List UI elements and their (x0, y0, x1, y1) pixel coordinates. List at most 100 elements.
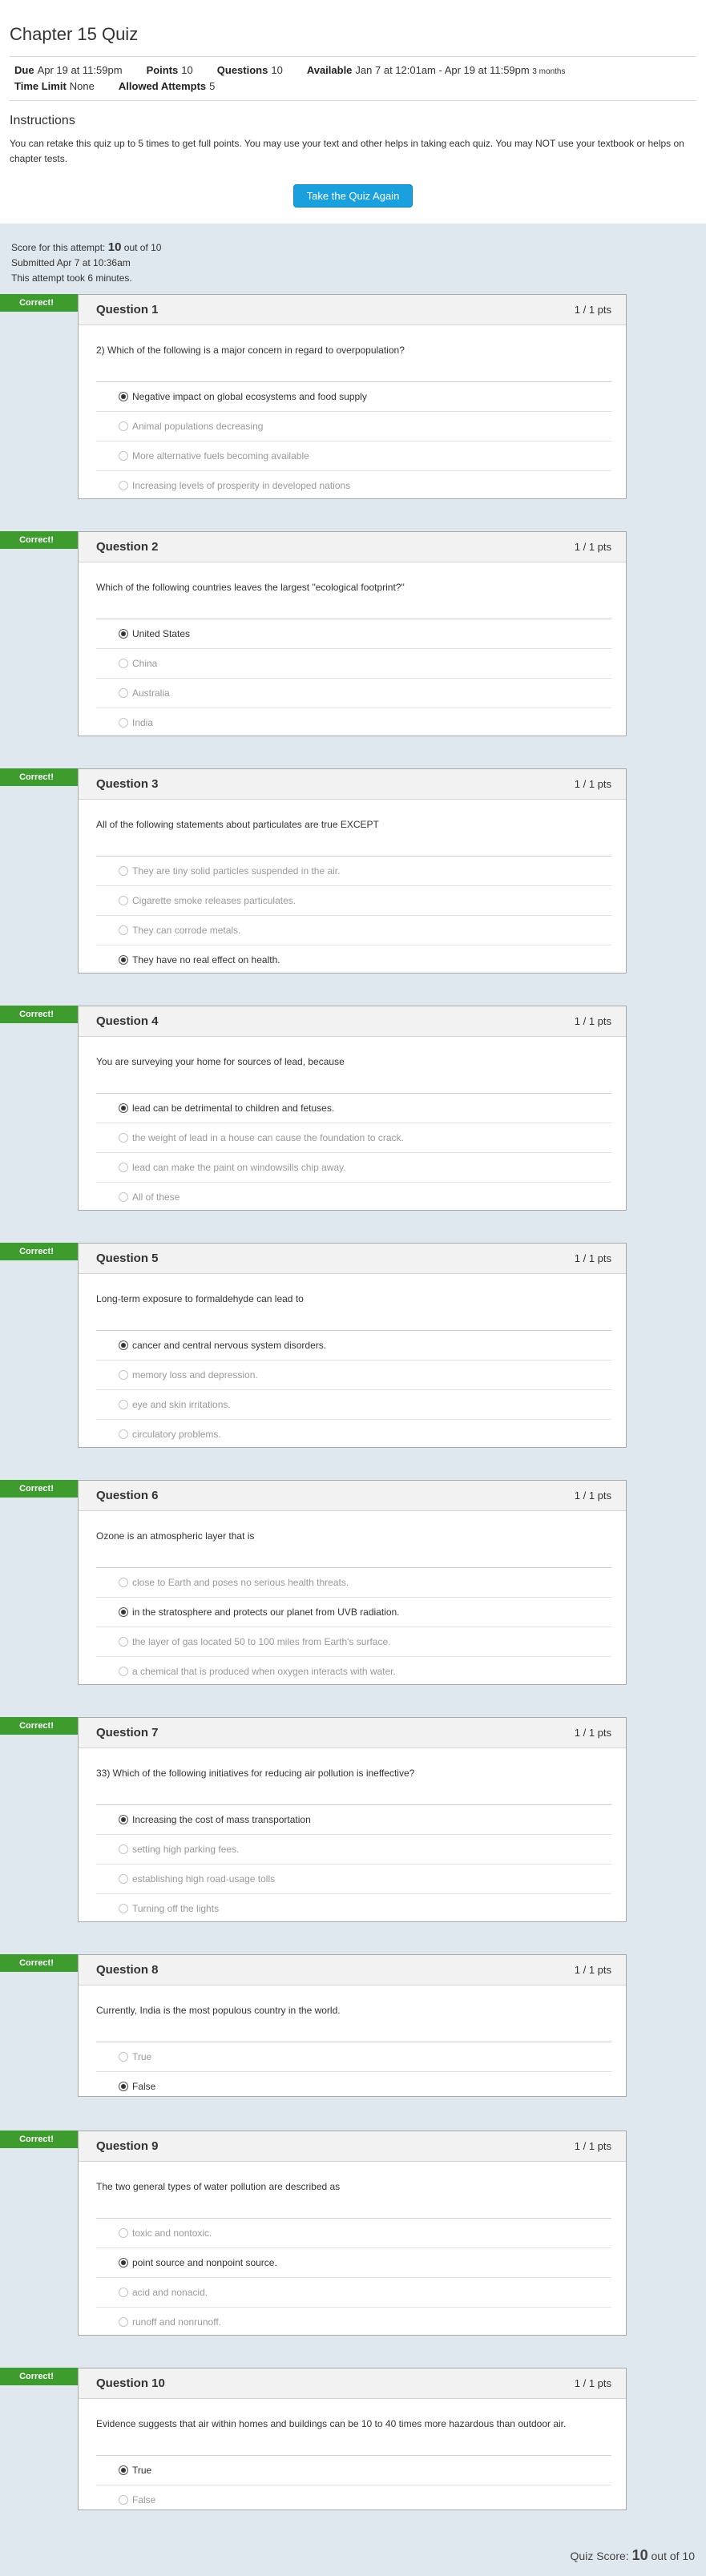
radio-unselected-icon[interactable] (119, 451, 128, 461)
answer-option[interactable]: Australia (96, 678, 611, 707)
quiz-score-footer: Quiz Score: 10 out of 10 (0, 2544, 706, 2576)
answer-option[interactable]: toxic and nontoxic. (96, 2218, 611, 2247)
radio-selected-icon[interactable] (119, 1340, 128, 1350)
radio-selected-icon[interactable] (119, 2082, 128, 2091)
answer-text: Turning off the lights (132, 1903, 220, 1914)
answer-option[interactable]: Increasing levels of prosperity in devel… (96, 470, 611, 500)
answer-option[interactable]: Animal populations decreasing (96, 411, 611, 441)
answer-option[interactable]: setting high parking fees. (96, 1834, 611, 1864)
answer-option[interactable]: eye and skin irritations. (96, 1389, 611, 1419)
answer-option[interactable]: point source and nonpoint source. (96, 2247, 611, 2277)
radio-unselected-icon[interactable] (119, 1637, 128, 1647)
radio-selected-icon[interactable] (119, 392, 128, 401)
answer-option[interactable]: a chemical that is produced when oxygen … (96, 1656, 611, 1686)
radio-unselected-icon[interactable] (119, 718, 128, 728)
answer-option[interactable]: runoff and nonrunoff. (96, 2307, 611, 2336)
answer-option[interactable]: They have no real effect on health. (96, 945, 611, 974)
answer-text: All of these (132, 1191, 180, 1203)
radio-unselected-icon[interactable] (119, 1667, 128, 1676)
radio-unselected-icon[interactable] (119, 421, 128, 431)
answer-option[interactable]: India (96, 707, 611, 737)
answer-text: They have no real effect on health. (132, 954, 280, 965)
question-block: Correct! Question 61 / 1 pts Ozone is an a… (0, 1480, 706, 1717)
answer-option[interactable]: memory loss and depression. (96, 1360, 611, 1389)
radio-unselected-icon[interactable] (119, 2317, 128, 2327)
answer-option[interactable]: United States (96, 619, 611, 648)
radio-unselected-icon[interactable] (119, 1370, 128, 1380)
radio-selected-icon[interactable] (119, 1815, 128, 1824)
answer-option[interactable]: Cigarette smoke releases particulates. (96, 885, 611, 915)
question-block: Correct! Question 31 / 1 pts All of the fo… (0, 768, 706, 1006)
radio-unselected-icon[interactable] (119, 1163, 128, 1172)
answer-option[interactable]: the weight of lead in a house can cause … (96, 1123, 611, 1152)
radio-unselected-icon[interactable] (119, 2052, 128, 2062)
answer-option[interactable]: They can corrode metals. (96, 915, 611, 945)
answer-option[interactable]: China (96, 648, 611, 678)
question-title: Question 4 (96, 1014, 159, 1028)
radio-unselected-icon[interactable] (119, 1844, 128, 1854)
answer-option[interactable]: More alternative fuels becoming availabl… (96, 441, 611, 470)
radio-selected-icon[interactable] (119, 1607, 128, 1617)
take-quiz-again-button[interactable]: Take the Quiz Again (292, 184, 414, 208)
question-title: Question 8 (96, 1963, 159, 1977)
page-title: Chapter 15 Quiz (10, 0, 696, 57)
answer-text: Negative impact on global ecosystems and… (132, 391, 367, 402)
question-block: Correct! Question 21 / 1 pts Which of the … (0, 531, 706, 768)
question-text: 2) Which of the following is a major con… (96, 345, 405, 356)
answer-option[interactable]: cancer and central nervous system disord… (96, 1330, 611, 1360)
answer-text: lead can make the paint on windowsills c… (132, 1162, 346, 1173)
radio-selected-icon[interactable] (119, 955, 128, 965)
radio-unselected-icon[interactable] (119, 1904, 128, 1913)
question-card: Question 5 1 / 1 pts Long-term exposure to… (78, 1243, 627, 1448)
answer-option[interactable]: establishing high road-usage tolls (96, 1864, 611, 1893)
radio-unselected-icon[interactable] (119, 1133, 128, 1143)
radio-unselected-icon[interactable] (119, 481, 128, 490)
answer-option[interactable]: the layer of gas located 50 to 100 miles… (96, 1627, 611, 1656)
answer-list: They are tiny solid particles suspended … (96, 856, 611, 974)
question-header: Question 4 1 / 1 pts (79, 1006, 626, 1037)
answer-option[interactable]: in the stratosphere and protects our pla… (96, 1597, 611, 1627)
answer-option[interactable]: Negative impact on global ecosystems and… (96, 381, 611, 411)
radio-selected-icon[interactable] (119, 629, 128, 639)
quiz-header-section: Chapter 15 Quiz Due Apr 19 at 11:59pm Poi… (0, 0, 706, 224)
radio-unselected-icon[interactable] (119, 1429, 128, 1439)
radio-unselected-icon[interactable] (119, 925, 128, 935)
radio-unselected-icon[interactable] (119, 688, 128, 698)
radio-unselected-icon[interactable] (119, 866, 128, 876)
score-value: 10 (107, 240, 122, 254)
question-header: Question 1 1 / 1 pts (79, 295, 626, 325)
answer-option[interactable]: False (96, 2071, 611, 2101)
radio-unselected-icon[interactable] (119, 2228, 128, 2238)
radio-unselected-icon[interactable] (119, 659, 128, 668)
question-header: Question 2 1 / 1 pts (79, 532, 626, 562)
answer-option[interactable]: True (96, 2042, 611, 2071)
radio-unselected-icon[interactable] (119, 1578, 128, 1587)
radio-selected-icon[interactable] (119, 2465, 128, 2475)
answer-option[interactable]: They are tiny solid particles suspended … (96, 856, 611, 885)
answer-option[interactable]: False (96, 2485, 611, 2514)
radio-selected-icon[interactable] (119, 2258, 128, 2268)
answer-option[interactable]: Increasing the cost of mass transportati… (96, 1804, 611, 1834)
answer-text: point source and nonpoint source. (132, 2257, 277, 2268)
question-title: Question 3 (96, 777, 159, 791)
radio-unselected-icon[interactable] (119, 1192, 128, 1202)
question-header: Question 5 1 / 1 pts (79, 1244, 626, 1274)
answer-option[interactable]: circulatory problems. (96, 1419, 611, 1449)
answer-option[interactable]: True (96, 2455, 611, 2485)
radio-unselected-icon[interactable] (119, 896, 128, 905)
answer-list: cancer and central nervous system disord… (96, 1330, 611, 1449)
answer-option[interactable]: All of these (96, 1182, 611, 1211)
answer-option[interactable]: Turning off the lights (96, 1893, 611, 1923)
answer-option[interactable]: acid and nonacid. (96, 2277, 611, 2307)
radio-unselected-icon[interactable] (119, 1874, 128, 1884)
question-block: Correct! Question 81 / 1 pts Currently, In… (0, 1954, 706, 2131)
radio-unselected-icon[interactable] (119, 2495, 128, 2505)
answer-option[interactable]: lead can be detrimental to children and … (96, 1093, 611, 1123)
radio-unselected-icon[interactable] (119, 1400, 128, 1409)
answer-option[interactable]: lead can make the paint on windowsills c… (96, 1152, 611, 1182)
answer-option[interactable]: close to Earth and poses no serious heal… (96, 1567, 611, 1597)
radio-selected-icon[interactable] (119, 1103, 128, 1113)
radio-unselected-icon[interactable] (119, 2288, 128, 2297)
answer-text: establishing high road-usage tolls (132, 1873, 276, 1885)
time-limit-label: Time Limit (14, 80, 67, 92)
